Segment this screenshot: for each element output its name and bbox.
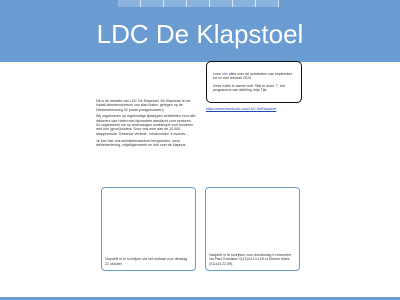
site-title: LDC De Klapstoel xyxy=(96,19,304,49)
nav-tab[interactable] xyxy=(256,0,279,7)
intro-paragraph: Wij organiseren op regelmatige tijdstipp… xyxy=(96,114,196,136)
intro-text: Dit is de website van LDC De Klapstoel. … xyxy=(96,99,196,150)
news-box: Lees hier alles over de activiteiten van… xyxy=(206,61,302,103)
news-line-1-pre: Lees xyxy=(213,72,222,76)
activity-card[interactable]: Nacjdrift in te schrijven voor donderdag… xyxy=(205,187,300,271)
intro-paragraph: Je kan hier ons activiteitenaanbod terug… xyxy=(96,138,187,147)
top-nav-bar xyxy=(0,0,400,7)
facebook-link[interactable]: https://www.facebook.com/LDC.DeKlapstoel xyxy=(206,107,276,111)
nav-tab[interactable] xyxy=(164,0,187,7)
news-line-1: Lees hier alles over de activiteiten van… xyxy=(213,72,295,81)
nav-tab[interactable] xyxy=(210,0,233,7)
nav-tab[interactable] xyxy=(141,0,164,7)
nav-tab[interactable] xyxy=(187,0,210,7)
news-line-2: Deze editie is samen met 'Wat te doen ?'… xyxy=(213,83,285,93)
card-caption: Nacjdrift in te schrijven voor donderdag… xyxy=(209,253,292,266)
nav-tab[interactable] xyxy=(233,0,256,7)
activity-card[interactable]: Vorpdrift in te schrijven via het onthaa… xyxy=(101,187,196,271)
card-caption: Vorpdrift in te schrijven via het onthaa… xyxy=(105,257,188,266)
nav-tab[interactable] xyxy=(118,0,141,7)
intro-paragraph: Dit is de website van LDC De Klapstoel. … xyxy=(96,99,191,112)
